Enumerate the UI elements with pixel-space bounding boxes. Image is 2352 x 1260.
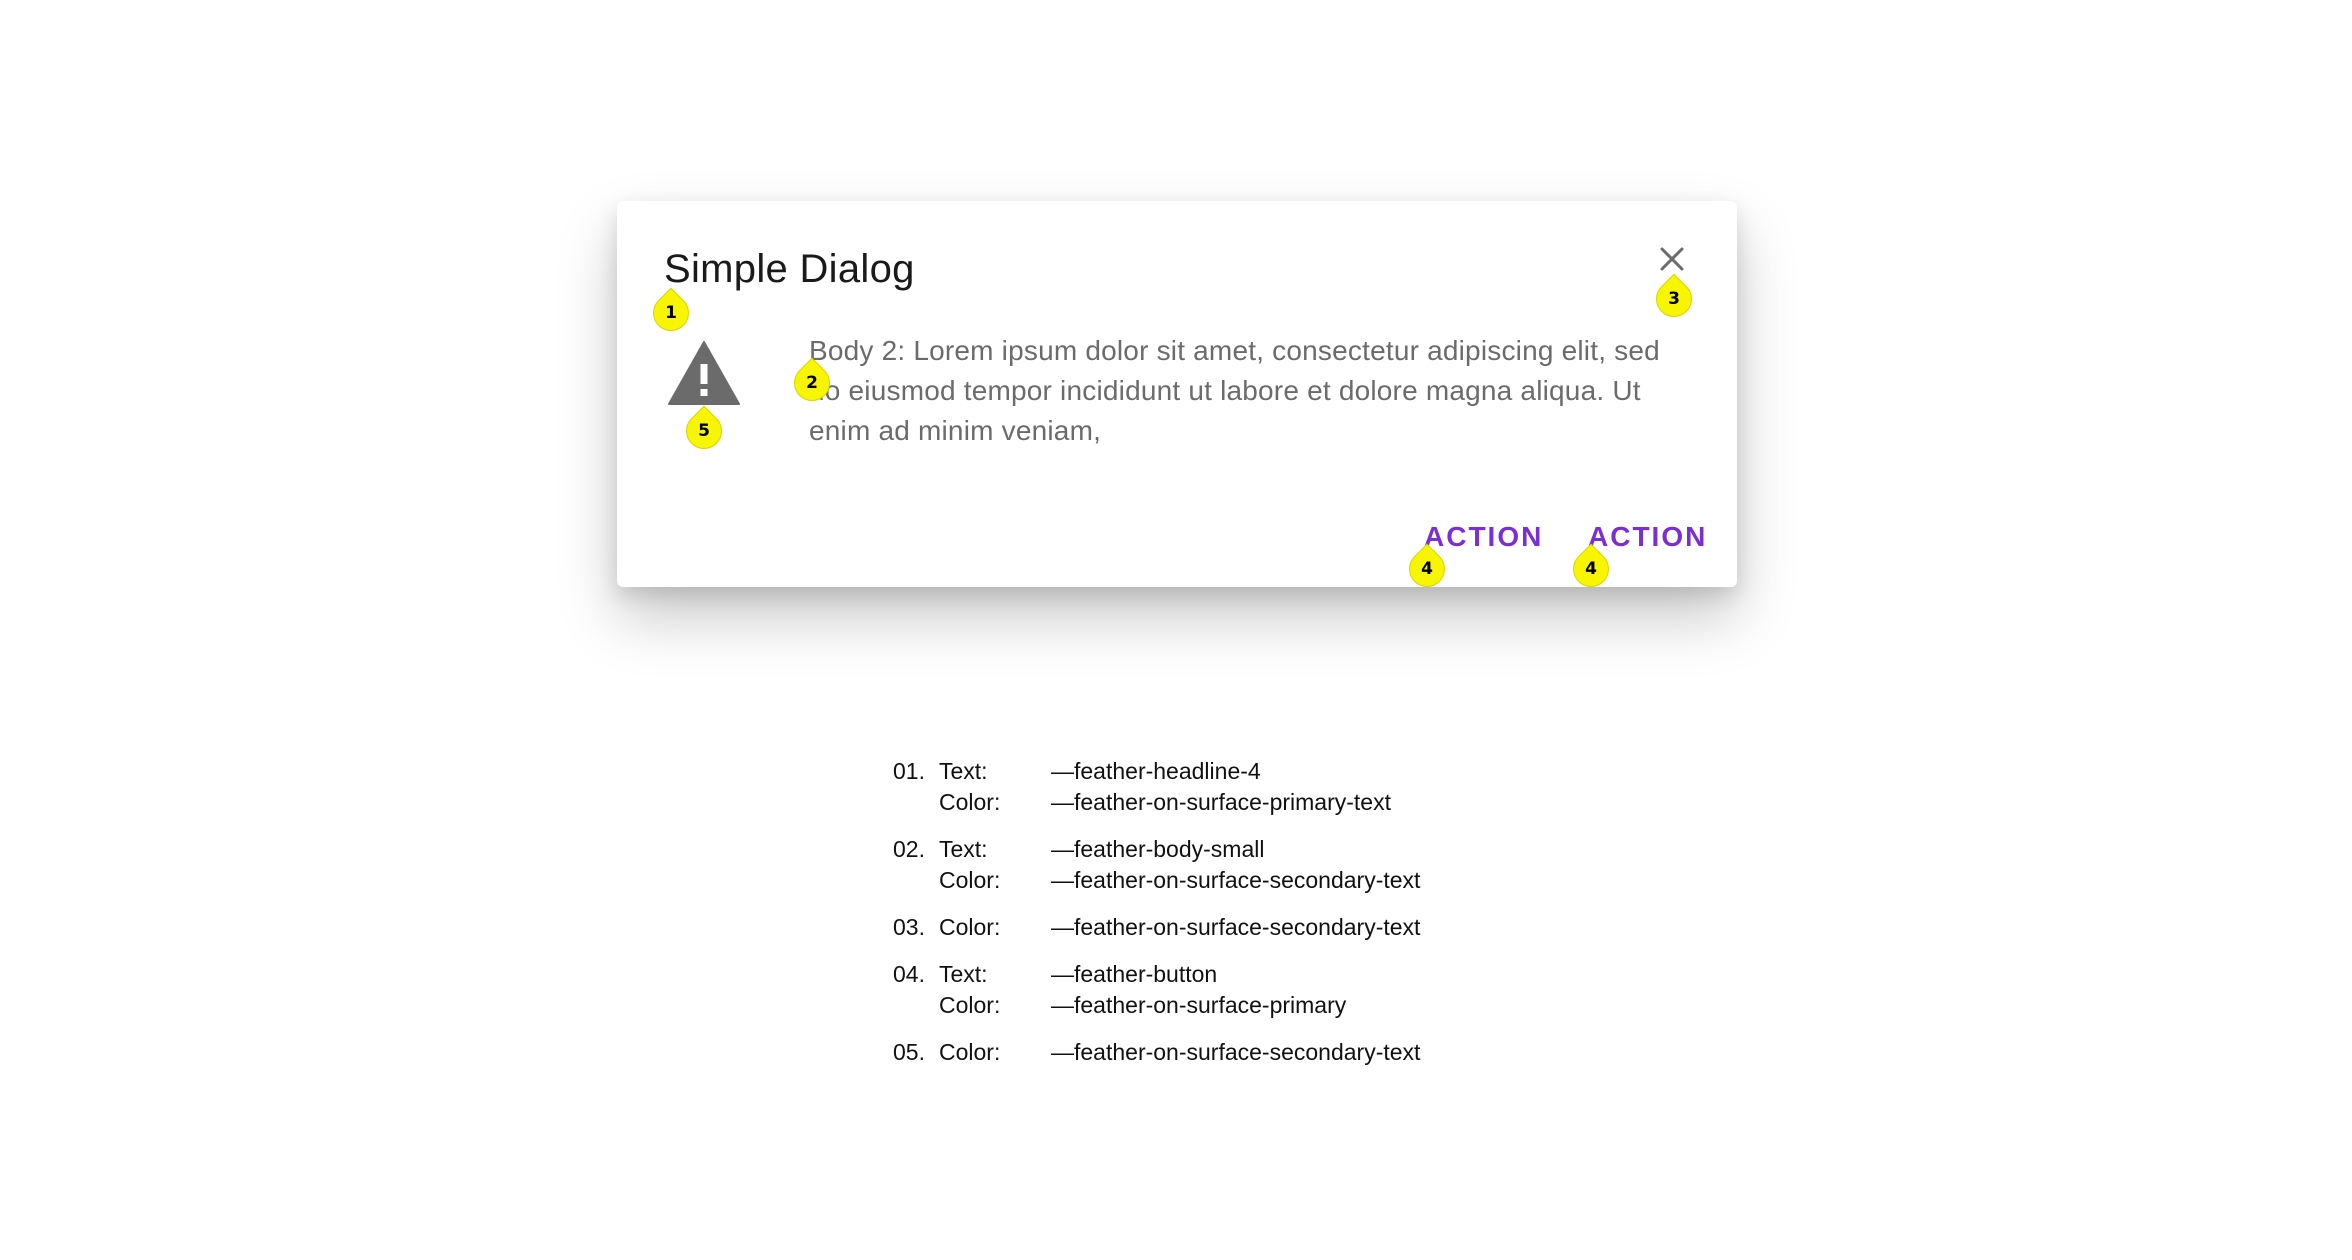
simple-dialog: Simple Dialog Body 2: Lorem ipsum dolor … [617, 201, 1737, 587]
token-legend: 01. Text: —feather-headline-4 Color: —fe… [893, 756, 1513, 1084]
legend-value: —feather-on-surface-primary-text [1051, 789, 1391, 815]
legend-key: Text: [939, 758, 988, 784]
legend-number: 05. [893, 1039, 925, 1065]
legend-value: —feather-body-small [1051, 836, 1265, 862]
legend-key: Color: [939, 1039, 1001, 1065]
legend-number: 01. [893, 758, 925, 784]
legend-key: Text: [939, 836, 988, 862]
action-button-1[interactable]: ACTION [1424, 517, 1543, 557]
warning-triangle-icon [667, 340, 741, 406]
legend-value: —feather-on-surface-secondary-text [1051, 867, 1421, 893]
legend-number: 03. [893, 914, 925, 940]
legend-value: —feather-on-surface-secondary-text [1051, 1039, 1421, 1065]
legend-key: Text: [939, 961, 988, 987]
legend-value: —feather-on-surface-primary [1051, 992, 1347, 1018]
legend-key: Color: [939, 914, 1001, 940]
dialog-title: Simple Dialog [664, 247, 915, 291]
legend-item-04: 04. Text: —feather-button Color: —feathe… [893, 959, 1513, 1021]
close-button[interactable] [1654, 241, 1690, 277]
legend-item-03: 03. Color: —feather-on-surface-secondary… [893, 912, 1513, 943]
legend-item-05: 05. Color: —feather-on-surface-secondary… [893, 1037, 1513, 1068]
legend-key: Color: [939, 867, 1001, 893]
legend-item-01: 01. Text: —feather-headline-4 Color: —fe… [893, 756, 1513, 818]
close-icon [1660, 247, 1684, 271]
action-button-2[interactable]: ACTION [1588, 517, 1707, 557]
legend-value: —feather-on-surface-secondary-text [1051, 914, 1421, 940]
canvas: Simple Dialog Body 2: Lorem ipsum dolor … [0, 0, 2352, 1260]
legend-item-02: 02. Text: —feather-body-small Color: —fe… [893, 834, 1513, 896]
legend-number: 04. [893, 961, 925, 987]
legend-value: —feather-button [1051, 961, 1218, 987]
dialog-body-text: Body 2: Lorem ipsum dolor sit amet, cons… [809, 335, 1660, 446]
legend-value: —feather-headline-4 [1051, 758, 1261, 784]
legend-key: Color: [939, 789, 1001, 815]
legend-key: Color: [939, 992, 1001, 1018]
legend-number: 02. [893, 836, 925, 862]
